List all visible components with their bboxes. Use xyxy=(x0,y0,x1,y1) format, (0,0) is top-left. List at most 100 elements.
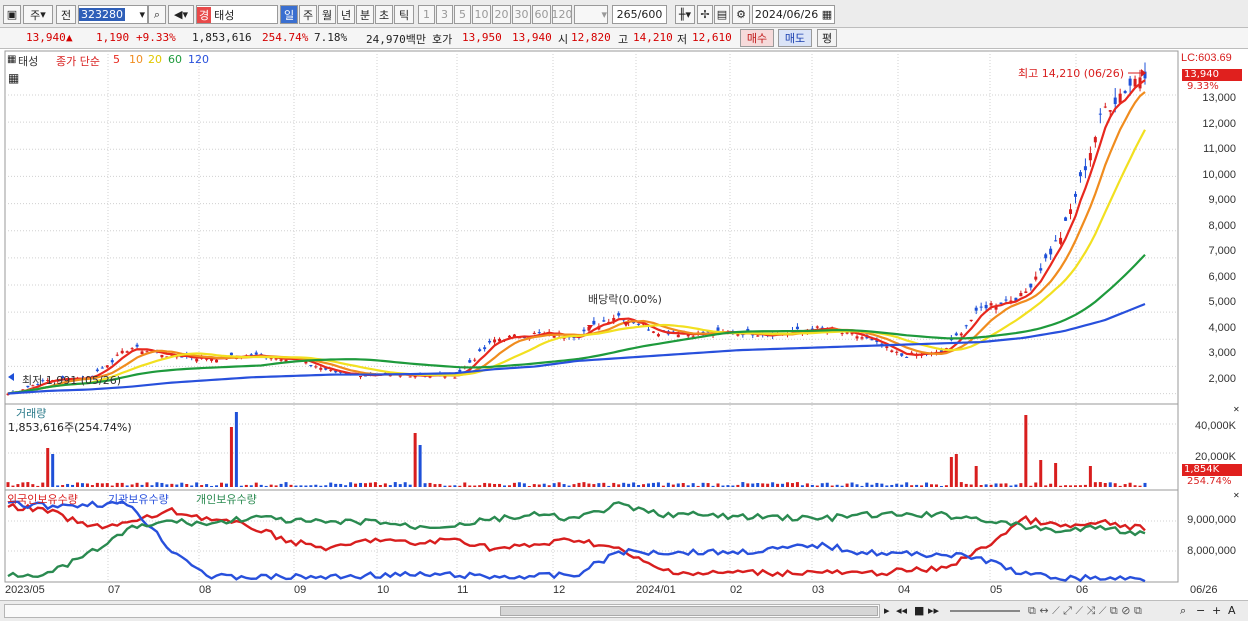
candle-body xyxy=(954,333,958,336)
period-minute[interactable]: 분 xyxy=(356,5,374,24)
zoom-slider[interactable] xyxy=(950,610,1020,612)
candle-body xyxy=(1073,193,1077,197)
buy-button[interactable]: 매수 xyxy=(740,29,774,47)
volume-bar xyxy=(443,485,447,487)
volume-bar xyxy=(160,482,164,487)
crosshair-icon[interactable]: ✢ xyxy=(697,5,713,24)
volume-bar xyxy=(269,484,273,487)
period-month[interactable]: 월 xyxy=(318,5,336,24)
volume-bar xyxy=(324,485,328,487)
rewind-icon[interactable]: ◂◂ xyxy=(896,604,907,617)
volume-bar xyxy=(354,483,358,487)
candle-body xyxy=(1034,276,1038,280)
fast-forward-icon[interactable]: ▸▸ xyxy=(928,604,939,617)
volume-bar xyxy=(150,485,154,487)
close-icon[interactable]: ✕ xyxy=(1233,405,1240,414)
close-icon[interactable]: ✕ xyxy=(1233,491,1240,500)
volume-bar xyxy=(944,485,948,487)
period-week[interactable]: 주 xyxy=(299,5,317,24)
interval-3[interactable]: 3 xyxy=(436,5,453,24)
volume-bar xyxy=(314,484,318,487)
high-annotation: 최고 14,210 (06/26) xyxy=(1018,67,1125,80)
stop-icon[interactable]: ■ xyxy=(914,604,924,617)
save-icon[interactable]: ▤ xyxy=(714,5,730,24)
volume-bar xyxy=(622,482,626,487)
x-label: 04 xyxy=(898,584,911,596)
volume-bar xyxy=(1049,483,1053,487)
volume-bar xyxy=(696,485,700,487)
interval-10[interactable]: 10 xyxy=(472,5,491,24)
eval-button[interactable]: 평 xyxy=(817,29,837,47)
kind-button[interactable]: 전 xyxy=(56,5,76,24)
date-field[interactable]: 2024/06/26 ▦ xyxy=(752,5,835,24)
candle-body xyxy=(1123,90,1127,94)
interval-120[interactable]: 120 xyxy=(552,5,572,24)
volume-bar xyxy=(359,482,363,487)
zoom-icon[interactable]: ⌕ xyxy=(1180,604,1186,618)
volume-pct-tag: 254.74% xyxy=(1187,476,1232,487)
y-tick: 5,000 xyxy=(1208,296,1236,308)
candle-body xyxy=(617,313,621,316)
zoom-in-icon[interactable]: + xyxy=(1212,604,1221,617)
y-tick: 7,000 xyxy=(1208,245,1236,257)
interval-1[interactable]: 1 xyxy=(418,5,435,24)
panel-menu-icon[interactable]: ▦ xyxy=(7,54,16,65)
x-label: 03 xyxy=(812,584,825,596)
volume-bar xyxy=(339,483,343,487)
period-year[interactable]: 년 xyxy=(337,5,355,24)
sell-button[interactable]: 매도 xyxy=(778,29,812,47)
font-size-icon[interactable]: A xyxy=(1228,604,1236,617)
code-input[interactable]: 323280 ▾ xyxy=(78,5,148,24)
y-tick: 4,000 xyxy=(1208,322,1236,334)
window-menu-icon[interactable]: ▣ xyxy=(3,5,21,24)
interval-5[interactable]: 5 xyxy=(454,5,471,24)
volume-bar xyxy=(1128,482,1132,487)
volume-bar xyxy=(716,483,720,487)
candle-body xyxy=(895,351,899,353)
volume-bar xyxy=(790,483,794,487)
scrollbar-track[interactable] xyxy=(4,604,880,618)
volume-bar xyxy=(587,483,591,487)
interval-20[interactable]: 20 xyxy=(492,5,511,24)
volume-bar xyxy=(135,482,139,487)
period-day[interactable]: 일 xyxy=(280,5,298,24)
stock-chart[interactable] xyxy=(0,49,1248,601)
ma-5-line xyxy=(7,79,1146,395)
count-field[interactable]: 265/600 xyxy=(612,5,667,24)
scrollbar-thumb[interactable] xyxy=(500,606,878,616)
volume-bar xyxy=(994,483,998,487)
interval-60[interactable]: 60 xyxy=(532,5,551,24)
ma-10-label: 10 xyxy=(129,53,143,66)
calculator-icon[interactable]: ▦ xyxy=(8,71,19,85)
volume-bar xyxy=(140,484,144,487)
period-tick[interactable]: 틱 xyxy=(394,5,414,24)
volume-bar xyxy=(76,482,80,487)
stock-name-field[interactable]: 경 태성 xyxy=(196,5,278,24)
volume-bar xyxy=(448,485,452,487)
chart-scrollbar-bar: ▸ ◂◂ ■ ▸▸ ⧉ ↔ ⟋ ⤢ ⟋ ⤨ ⟋ ⧉ ⊘ ⧉ ⌕ − + A xyxy=(0,600,1248,621)
candle-icon[interactable]: ╫▾ xyxy=(675,5,695,24)
volume-bar xyxy=(1103,483,1107,487)
volume-bar xyxy=(274,485,278,487)
candle-body xyxy=(408,376,412,378)
volume-bar xyxy=(1078,485,1082,487)
scroll-right-icon[interactable]: ▸ xyxy=(884,604,890,617)
volume-bar xyxy=(95,482,99,487)
volume-bar xyxy=(597,483,601,487)
calendar-icon[interactable]: ▦ xyxy=(822,8,832,21)
gear-icon[interactable]: ⚙ xyxy=(732,5,750,24)
volume-bar xyxy=(388,485,392,487)
interval-30[interactable]: 30 xyxy=(512,5,531,24)
market-select[interactable]: 주 ▾ xyxy=(23,5,53,24)
candle-body xyxy=(746,328,750,331)
speaker-icon[interactable]: ◀▾ xyxy=(168,5,194,24)
period-second[interactable]: 초 xyxy=(375,5,393,24)
drawing-tools-icon[interactable]: ⧉ ↔ ⟋ ⤢ ⟋ ⤨ ⟋ ⧉ ⊘ ⧉ xyxy=(1028,604,1142,618)
zoom-out-icon[interactable]: − xyxy=(1196,604,1205,617)
search-icon[interactable]: ⌕ xyxy=(148,5,166,24)
volume-bar xyxy=(1039,460,1043,487)
volume-bar xyxy=(254,482,258,487)
interval-select[interactable]: ▾ xyxy=(574,5,608,24)
volume-value: 1,853,616 xyxy=(192,31,252,44)
chevron-down-icon[interactable]: ▾ xyxy=(139,8,147,21)
